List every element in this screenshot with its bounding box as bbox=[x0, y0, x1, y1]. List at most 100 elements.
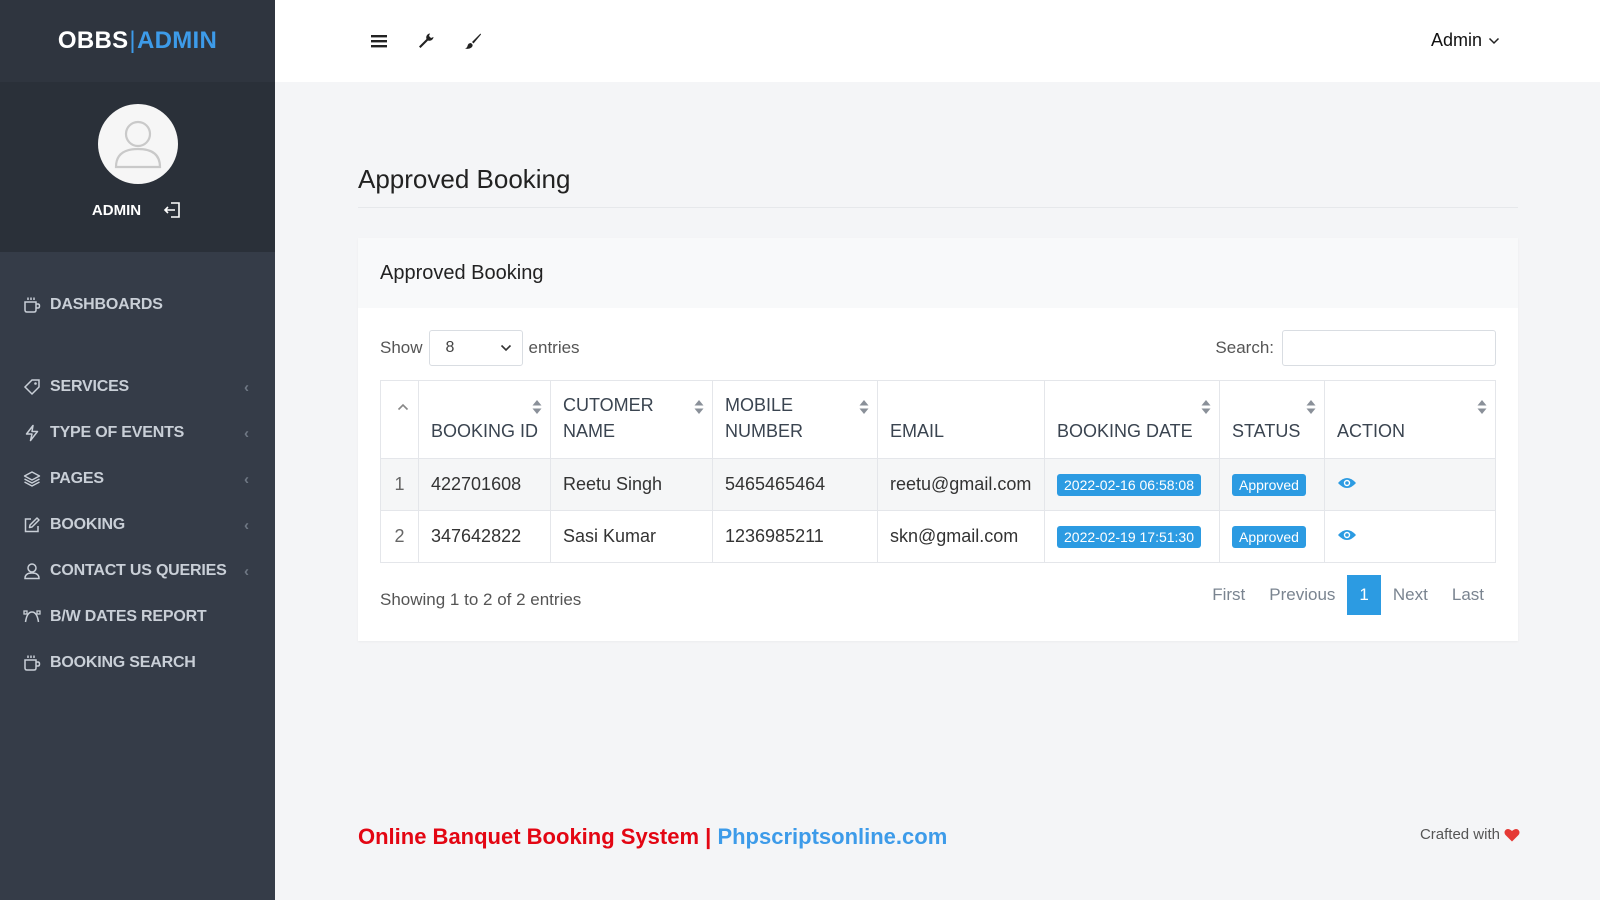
booking-card: Approved Booking Show 8 entries Search: bbox=[358, 238, 1518, 641]
column-header-label: STATUS bbox=[1232, 421, 1301, 441]
sidebar-nav: DASHBOARDS SERVICES ‹ TYPE OF EVENTS ‹ P… bbox=[0, 252, 275, 686]
sidebar-item-label: B/W DATES REPORT bbox=[50, 608, 207, 625]
column-header-label: BOOKING DATE bbox=[1057, 421, 1193, 441]
bookings-table: BOOKING ID CUTOMER NAME MOBILE NUMBER EM… bbox=[380, 380, 1496, 563]
sort-icon bbox=[532, 399, 542, 415]
entries-label: entries bbox=[528, 338, 580, 357]
table-info: Showing 1 to 2 of 2 entries bbox=[380, 590, 582, 609]
footer-site-link[interactable]: Phpscriptsonline.com bbox=[717, 824, 947, 849]
pagination-page-current[interactable]: 1 bbox=[1347, 575, 1381, 615]
pagination-previous[interactable]: Previous bbox=[1257, 575, 1347, 615]
sidebar-item-contact-us-queries[interactable]: CONTACT US QUERIES ‹ bbox=[0, 548, 275, 594]
column-header-index[interactable] bbox=[380, 380, 419, 459]
table-row: 1 422701608 Reetu Singh 5465465464 reetu… bbox=[380, 458, 1496, 511]
cell-booking-id: 347642822 bbox=[418, 510, 551, 563]
layers-icon bbox=[22, 469, 42, 489]
curve-icon bbox=[22, 607, 42, 627]
sort-icon bbox=[694, 399, 704, 415]
booking-date-badge: 2022-02-16 06:58:08 bbox=[1057, 473, 1201, 496]
cell-action bbox=[1324, 458, 1496, 511]
column-header-booking-id[interactable]: BOOKING ID bbox=[418, 380, 551, 459]
footer-credit: Online Banquet Booking System | Phpscrip… bbox=[358, 824, 947, 850]
cell-booking-date: 2022-02-16 06:58:08 bbox=[1044, 458, 1220, 511]
sidebar-item-dashboards[interactable]: DASHBOARDS bbox=[0, 282, 275, 328]
chevron-down-icon bbox=[1488, 37, 1500, 45]
column-header-customer-name[interactable]: CUTOMER NAME bbox=[550, 380, 713, 459]
chevron-left-icon: ‹ bbox=[244, 470, 249, 488]
footer-crafted: Crafted with bbox=[1420, 826, 1520, 843]
user-icon bbox=[22, 561, 42, 581]
footer-crafted-text: Crafted with bbox=[1419, 826, 1500, 843]
brand-part2: ADMIN bbox=[136, 27, 218, 54]
search-input[interactable] bbox=[1282, 330, 1496, 366]
cell-index: 2 bbox=[380, 510, 419, 563]
user-dropdown[interactable]: Admin bbox=[1431, 30, 1500, 51]
brush-icon[interactable] bbox=[463, 31, 483, 51]
cell-index: 1 bbox=[380, 458, 419, 511]
sidebar-item-booking-search[interactable]: BOOKING SEARCH bbox=[0, 640, 275, 686]
cell-status: Approved bbox=[1219, 458, 1325, 511]
main-content: Approved Booking Approved Booking Show 8… bbox=[358, 82, 1518, 641]
sidebar-item-label: TYPE OF EVENTS bbox=[50, 424, 185, 441]
cell-customer-name: Sasi Kumar bbox=[550, 510, 713, 563]
column-header-mobile-number[interactable]: MOBILE NUMBER bbox=[712, 380, 878, 459]
column-header-label: MOBILE NUMBER bbox=[725, 395, 804, 441]
column-header-booking-date[interactable]: BOOKING DATE bbox=[1044, 380, 1220, 459]
edit-icon bbox=[22, 515, 42, 535]
search-control: Search: bbox=[1215, 330, 1496, 366]
sidebar-item-booking[interactable]: BOOKING ‹ bbox=[0, 502, 275, 548]
column-header-email[interactable]: EMAIL bbox=[877, 380, 1045, 459]
avatar-user-icon bbox=[114, 120, 161, 169]
cell-booking-date: 2022-02-19 17:51:30 bbox=[1044, 510, 1220, 563]
brand-part1: OBBS bbox=[57, 27, 129, 54]
column-header-label: CUTOMER NAME bbox=[563, 395, 654, 441]
search-label: Search: bbox=[1215, 338, 1274, 357]
topbar: Admin bbox=[275, 0, 1600, 82]
chevron-down-icon bbox=[500, 339, 512, 357]
table-header-row: BOOKING ID CUTOMER NAME MOBILE NUMBER EM… bbox=[380, 380, 1496, 459]
sort-asc-icon bbox=[397, 403, 409, 411]
sort-icon bbox=[1477, 399, 1487, 415]
status-badge: Approved bbox=[1232, 473, 1306, 496]
page-title: Approved Booking bbox=[358, 164, 1518, 208]
sidebar-item-services[interactable]: SERVICES ‹ bbox=[0, 364, 275, 410]
sidebar-item-label: PAGES bbox=[50, 470, 104, 487]
column-header-label: ACTION bbox=[1337, 421, 1406, 441]
show-label: Show bbox=[380, 338, 423, 357]
sort-icon bbox=[1201, 399, 1211, 415]
entries-select-value: 8 bbox=[445, 339, 455, 356]
sidebar-item-pages[interactable]: PAGES ‹ bbox=[0, 456, 275, 502]
menu-icon[interactable] bbox=[369, 31, 389, 51]
coffee-cup-icon bbox=[22, 653, 42, 673]
card-title: Approved Booking bbox=[358, 238, 1518, 308]
column-header-label: EMAIL bbox=[890, 421, 945, 441]
footer-system-name: Online Banquet Booking System | bbox=[358, 824, 718, 849]
wrench-icon[interactable] bbox=[416, 31, 436, 51]
chevron-left-icon: ‹ bbox=[244, 378, 249, 396]
column-header-status[interactable]: STATUS bbox=[1219, 380, 1325, 459]
cell-status: Approved bbox=[1219, 510, 1325, 563]
column-header-action[interactable]: ACTION bbox=[1324, 380, 1496, 459]
entries-select[interactable]: 8 bbox=[428, 330, 523, 366]
sidebar-item-label: DASHBOARDS bbox=[50, 296, 163, 313]
sidebar-item-type-of-events[interactable]: TYPE OF EVENTS ‹ bbox=[0, 410, 275, 456]
cell-mobile: 1236985211 bbox=[712, 510, 878, 563]
cell-mobile: 5465465464 bbox=[712, 458, 878, 511]
avatar bbox=[97, 104, 178, 184]
pagination-next[interactable]: Next bbox=[1381, 575, 1440, 615]
user-dropdown-label: Admin bbox=[1430, 30, 1482, 50]
view-eye-icon[interactable] bbox=[1337, 476, 1357, 490]
pagination-first[interactable]: First bbox=[1200, 575, 1257, 615]
logout-icon[interactable] bbox=[163, 200, 183, 220]
cell-action bbox=[1324, 510, 1496, 563]
cell-booking-id: 422701608 bbox=[418, 458, 551, 511]
pagination-last[interactable]: Last bbox=[1440, 575, 1496, 615]
view-eye-icon[interactable] bbox=[1337, 528, 1357, 542]
lightning-icon bbox=[22, 423, 42, 443]
sidebar-item-label: SERVICES bbox=[50, 378, 130, 395]
sidebar-item-bw-dates-report[interactable]: B/W DATES REPORT bbox=[0, 594, 275, 640]
sidebar-item-label: BOOKING SEARCH bbox=[50, 654, 196, 671]
sort-icon bbox=[1306, 399, 1316, 415]
entries-length-control: Show 8 entries bbox=[380, 330, 580, 366]
brand-logo[interactable]: OBBS | ADMIN bbox=[0, 0, 275, 82]
